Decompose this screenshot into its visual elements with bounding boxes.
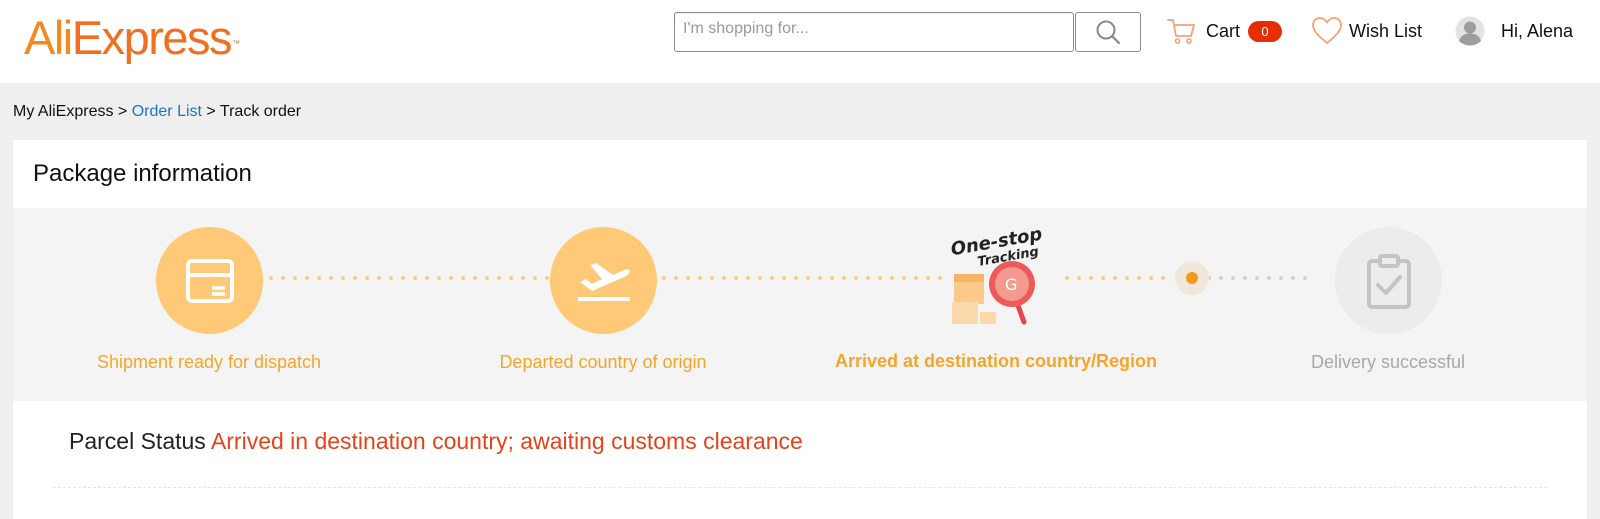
wishlist-label: Wish List [1349,20,1423,41]
breadcrumb-root[interactable]: My AliExpress [13,103,113,120]
section-divider [53,487,1547,488]
clipboard-check-icon [1366,253,1411,309]
wishlist-link[interactable]: Wish List [1311,14,1422,48]
progress-connector [1203,276,1313,280]
parcel-status-label: Parcel Status [69,428,206,454]
breadcrumb-current: Track order [219,103,302,120]
step-circle-shipment-ready [156,227,263,334]
user-greeting: Hi, Alena [1501,20,1574,41]
parcel-status-value: Arrived in destination country; awaiting… [210,428,803,454]
panel-title: Package information [33,160,252,187]
current-position-dot [1175,261,1209,295]
logo-trademark: ™ [232,39,241,48]
step-label-delivery-successful: Delivery successful [1310,352,1466,372]
cart-label: Cart [1206,20,1241,41]
progress-connector [658,276,948,280]
search-input[interactable] [674,12,1074,52]
search-icon [1096,20,1121,45]
step-label-departed-origin: Departed country of origin [499,352,707,372]
search-button[interactable] [1075,12,1141,52]
one-stop-tracking-icon[interactable]: One-stop Tracking G [944,220,1054,332]
package-icon [185,258,234,303]
svg-text:G: G [1005,275,1017,294]
top-header: AliExpress™ Cart 0 Wish List Hi, Alena [0,0,1600,83]
breadcrumb: My AliExpress > Order List > Track order [13,103,301,121]
aliexpress-logo[interactable]: AliExpress ™ [24,8,240,68]
cart-link[interactable]: Cart 0 [1166,14,1283,48]
avatar-icon [1455,16,1485,46]
user-account-link[interactable]: Hi, Alena [1455,13,1573,49]
progress-connector [265,276,555,280]
step-circle-delivery-successful [1335,227,1442,334]
step-label-arrived-destination: Arrived at destination country/Region [834,351,1158,371]
step-label-shipment-ready: Shipment ready for dispatch [96,352,322,372]
progress-connector [1061,276,1171,280]
tracking-progress: Shipment ready for dispatch Departed cou… [13,208,1587,401]
breadcrumb-order-list-link[interactable]: Order List [132,103,202,120]
cart-count-badge: 0 [1248,20,1283,42]
logo-express-text: Express [71,11,233,64]
breadcrumb-separator: > [206,103,216,120]
cart-icon [1167,19,1195,44]
breadcrumb-separator: > [117,103,128,120]
heart-icon [1312,17,1342,44]
parcel-status: Parcel Status Arrived in destination cou… [69,428,803,455]
step-circle-departed-origin [550,227,657,334]
plane-departure-icon [577,262,630,301]
logo-ali-text: Ali [24,11,73,64]
package-information-panel: Package information Shipment ready for d… [13,140,1587,519]
